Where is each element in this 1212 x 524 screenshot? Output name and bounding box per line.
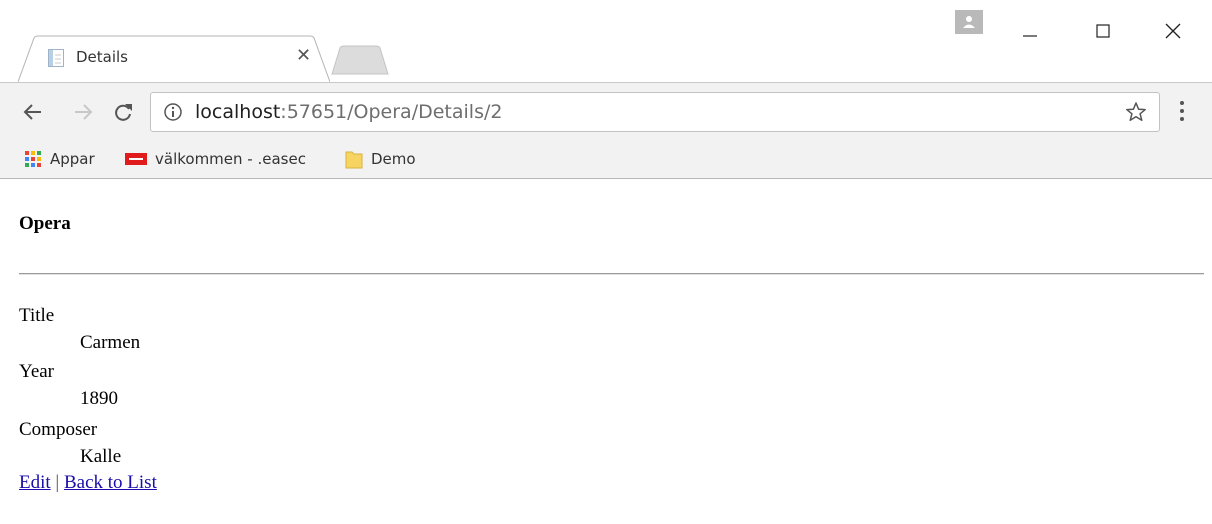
forward-button[interactable]	[68, 97, 98, 127]
page-heading: Opera	[19, 213, 71, 234]
horizontal-rule	[19, 273, 1204, 275]
info-icon[interactable]	[163, 102, 183, 122]
reload-button[interactable]	[108, 97, 138, 127]
field-label-title: Title	[19, 305, 55, 326]
bookmark-valkommen[interactable]: välkommen - .easec	[125, 147, 306, 171]
edit-link[interactable]: Edit	[19, 472, 51, 493]
tab-close-icon[interactable]: ✕	[296, 45, 311, 66]
page-content: Opera Title Carmen Year 1890 Composer Ka…	[0, 179, 1212, 524]
page-favicon-icon	[48, 49, 64, 67]
url-text[interactable]: localhost:57651/Opera/Details/2	[195, 101, 502, 123]
bookmark-demo[interactable]: Demo	[345, 147, 416, 171]
address-bar[interactable]: localhost:57651/Opera/Details/2	[150, 92, 1160, 132]
action-links: Edit | Back to List	[19, 472, 157, 494]
field-value-title: Carmen	[80, 332, 141, 353]
forward-arrow-icon	[75, 104, 93, 120]
bookmark-label: välkommen - .easec	[155, 150, 306, 168]
bookmark-label: Demo	[371, 150, 416, 168]
bookmark-star-icon[interactable]	[1125, 101, 1147, 123]
maximize-icon	[1096, 24, 1110, 38]
folder-icon	[345, 151, 363, 169]
minimize-icon	[1023, 35, 1037, 37]
back-button[interactable]	[18, 97, 48, 127]
back-to-list-link[interactable]: Back to List	[64, 472, 157, 493]
bookmark-appar[interactable]: Appar	[24, 147, 95, 171]
link-separator: |	[55, 472, 60, 493]
field-label-composer: Composer	[19, 419, 98, 440]
url-host: localhost	[195, 101, 281, 123]
bookmark-label: Appar	[50, 150, 95, 168]
red-favicon-icon	[125, 153, 147, 165]
url-path: :57651/Opera/Details/2	[280, 101, 503, 123]
profile-avatar-icon[interactable]	[955, 10, 983, 34]
back-arrow-icon	[23, 104, 41, 120]
maximize-button[interactable]	[1080, 12, 1126, 46]
browser-menu-icon[interactable]	[1178, 99, 1186, 123]
field-label-year: Year	[19, 361, 55, 382]
minimize-button[interactable]	[1007, 12, 1053, 46]
field-value-composer: Kalle	[80, 446, 122, 467]
close-icon	[1165, 23, 1181, 39]
new-tab-button[interactable]	[330, 45, 390, 75]
tab-title: Details	[76, 48, 129, 66]
browser-toolbar: localhost:57651/Opera/Details/2	[0, 82, 1212, 141]
bookmarks-bar: Appar välkommen - .easec Demo	[0, 140, 1212, 179]
browser-tab-details[interactable]: Details ✕	[18, 35, 330, 83]
reload-icon	[115, 104, 132, 121]
tab-shape	[18, 35, 330, 83]
apps-grid-icon	[25, 151, 41, 167]
field-value-year: 1890	[80, 388, 118, 409]
close-window-button[interactable]	[1150, 12, 1196, 46]
browser-titlebar: Details ✕	[0, 0, 1212, 83]
